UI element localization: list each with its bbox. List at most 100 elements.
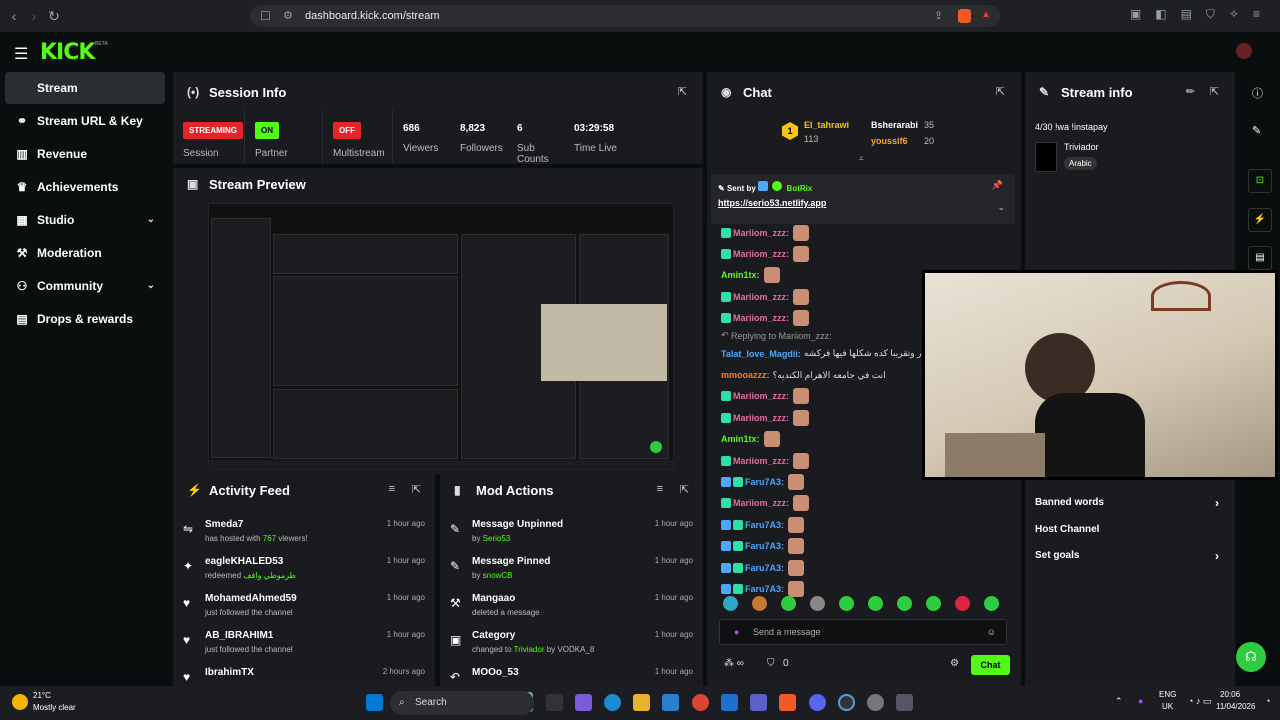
feed-title[interactable]: MohamedAhmed59 — [205, 593, 297, 604]
sidebar-icon[interactable]: ◧ — [1155, 7, 1166, 22]
chat-username[interactable]: Mariiom_zzz: — [733, 456, 789, 466]
list-item[interactable]: ✎ Message Pinned by snowCB 1 hour ago — [440, 553, 703, 590]
list-item[interactable]: ✦ eagleKHALED53 redeemed طرموطي واقف 1 h… — [173, 553, 435, 590]
clock-time[interactable]: 20:06 — [1220, 690, 1240, 699]
sidebar-item-community[interactable]: ⚇ Community ⌄ — [0, 269, 170, 302]
info-icon[interactable]: ⓘ — [1252, 85, 1263, 101]
chat-username[interactable]: Faru7A3: — [745, 584, 784, 594]
collapse-icon[interactable]: ⩡ — [859, 154, 864, 164]
site-info-icon[interactable]: ⚙ — [283, 9, 293, 22]
feed-title[interactable]: Message Unpinned — [472, 519, 563, 530]
leader-name[interactable]: youssif6 — [871, 136, 908, 146]
emote-icon[interactable] — [781, 596, 796, 611]
list-item[interactable]: ⇋ Smeda7 has hosted with 767 viewers! 1 … — [173, 516, 435, 553]
feed-title[interactable]: Mangaao — [472, 593, 515, 604]
edge-icon[interactable] — [604, 694, 621, 711]
list-item[interactable]: ⚒ Mangaao deleted a message 1 hour ago — [440, 590, 703, 627]
chevron-down-icon[interactable]: ⌄ — [997, 202, 1005, 213]
chat-message-input[interactable]: ● Send a message ☺ — [719, 619, 1007, 645]
sidebar-item-moderation[interactable]: ⚒ Moderation — [0, 236, 170, 269]
pinned-message[interactable]: ✎ Sent by BotRix https://serio53.netlify… — [711, 174, 1015, 224]
list-item[interactable]: ♥ MohamedAhmed59 just followed the chann… — [173, 590, 435, 627]
emote-icon[interactable] — [897, 596, 912, 611]
list-item[interactable]: ▣ Category changed to Triviador by VODKA… — [440, 627, 703, 664]
feed-title[interactable]: IbrahimTX — [205, 667, 254, 678]
wifi-icon[interactable]: ◔ ♪ ▭ — [1188, 696, 1211, 707]
chat-message[interactable]: Faru7A3: — [707, 514, 1021, 535]
emote-icon[interactable] — [839, 596, 854, 611]
mic-icon[interactable]: ● — [734, 620, 739, 644]
share-icon[interactable]: ⇪ — [934, 9, 943, 22]
chat-username[interactable]: Mariiom_zzz: — [733, 292, 789, 302]
leader-name[interactable]: El_tahrawi — [804, 120, 849, 130]
chat-message[interactable]: Faru7A3: — [707, 557, 1021, 578]
edit-icon[interactable]: ✏ — [1186, 85, 1195, 98]
popout-icon[interactable]: ⇱ — [678, 85, 687, 98]
notification-icon[interactable]: ◔ — [1265, 696, 1270, 706]
copilot-icon[interactable] — [575, 694, 592, 711]
brave-rewards-icon[interactable]: ▲ — [981, 9, 991, 20]
emote-icon[interactable] — [868, 596, 883, 611]
leader-name[interactable]: Bsherarabi — [871, 120, 918, 130]
feed-title[interactable]: Category — [472, 630, 515, 641]
chat-username[interactable]: Faru7A3: — [745, 477, 784, 487]
emote-icon[interactable] — [810, 596, 825, 611]
popout-icon[interactable]: ⇱ — [1210, 85, 1219, 98]
chat-username[interactable]: Mariiom_zzz: — [733, 228, 789, 238]
emote-icon[interactable] — [723, 596, 738, 611]
popout-icon[interactable]: ⇱ — [412, 483, 421, 496]
feed-title[interactable]: Message Pinned — [472, 556, 550, 567]
brave-icon[interactable] — [779, 694, 796, 711]
outlook-icon[interactable] — [721, 694, 738, 711]
chat-username[interactable]: Amin1tx: — [721, 270, 760, 280]
support-icon[interactable]: ☊ — [1236, 642, 1266, 672]
chat-username[interactable]: Mariiom_zzz: — [733, 413, 789, 423]
pinned-user[interactable]: BotRix — [787, 184, 813, 193]
list-item[interactable]: ♥ AB_IBRAHIM1 just followed the channel … — [173, 627, 435, 664]
wallet-icon[interactable]: ▤ — [1181, 7, 1192, 22]
chat-username[interactable]: Faru7A3: — [745, 563, 784, 573]
gift-icon[interactable]: ⛉ — [767, 658, 775, 669]
emote-icon[interactable] — [955, 596, 970, 611]
popout-icon[interactable]: ⇱ — [996, 85, 1005, 98]
stream-info-link[interactable]: Host Channel — [1035, 523, 1225, 550]
lightning-icon[interactable]: ⚡ — [1248, 208, 1272, 232]
app-icon[interactable] — [838, 694, 855, 711]
sidebar-item-drops-rewards[interactable]: ▤ Drops & rewards — [0, 302, 170, 335]
emote-icon[interactable] — [984, 596, 999, 611]
back-icon[interactable]: ‹ — [4, 6, 24, 26]
chat-username[interactable]: Mariiom_zzz: — [733, 313, 789, 323]
sidebar-item-achievements[interactable]: ♛ Achievements — [0, 170, 170, 203]
reload-icon[interactable]: ↻ — [44, 6, 64, 26]
kick-logo[interactable]: KICK — [40, 40, 95, 65]
sidebar-item-stream[interactable]: (•)Stream — [5, 72, 165, 104]
chat-message[interactable]: Faru7A3: — [707, 535, 1021, 556]
hamburger-menu-icon[interactable]: ☰ — [14, 44, 28, 64]
chat-settings-icon[interactable]: ⚙ — [950, 658, 959, 669]
discord-icon[interactable] — [809, 694, 826, 711]
chat-username[interactable]: Faru7A3: — [745, 541, 784, 551]
feed-title[interactable]: eagleKHALED53 — [205, 556, 283, 567]
sidebar-item-revenue[interactable]: ▥ Revenue — [0, 137, 170, 170]
feed-title[interactable]: Smeda7 — [205, 519, 243, 530]
pinned-link[interactable]: https://serio53.netlify.app — [718, 198, 826, 208]
avatar[interactable] — [1236, 43, 1252, 59]
file-explorer-icon[interactable] — [633, 694, 650, 711]
pin-icon[interactable]: 📌 — [992, 180, 1003, 191]
sidebar-item-stream-url-key[interactable]: ⚭ Stream URL & Key — [0, 104, 170, 137]
emote-icon[interactable] — [752, 596, 767, 611]
windows-start-icon[interactable] — [366, 694, 383, 711]
chat-users-icon[interactable]: ⁂ ∞ — [724, 658, 744, 669]
filter-icon[interactable]: ≡ — [657, 483, 663, 495]
feed-title[interactable]: AB_IBRAHIM1 — [205, 630, 273, 641]
tray-chevron-icon[interactable]: ⌃ — [1115, 696, 1123, 707]
clipboard-icon[interactable]: ▤ — [1248, 246, 1272, 270]
vpn-icon[interactable]: ⛉ — [1206, 7, 1215, 22]
popout-icon[interactable]: ⇱ — [680, 483, 689, 496]
bookmark-icon[interactable]: ☐ — [260, 9, 271, 23]
chat-username[interactable]: Mariiom_zzz: — [733, 391, 789, 401]
chat-username[interactable]: mmooazzz: — [721, 370, 770, 380]
lang-primary[interactable]: ENG — [1159, 690, 1176, 699]
stream-info-link[interactable]: Set goals › — [1035, 549, 1225, 576]
chat-username[interactable]: Mariiom_zzz: — [733, 249, 789, 259]
